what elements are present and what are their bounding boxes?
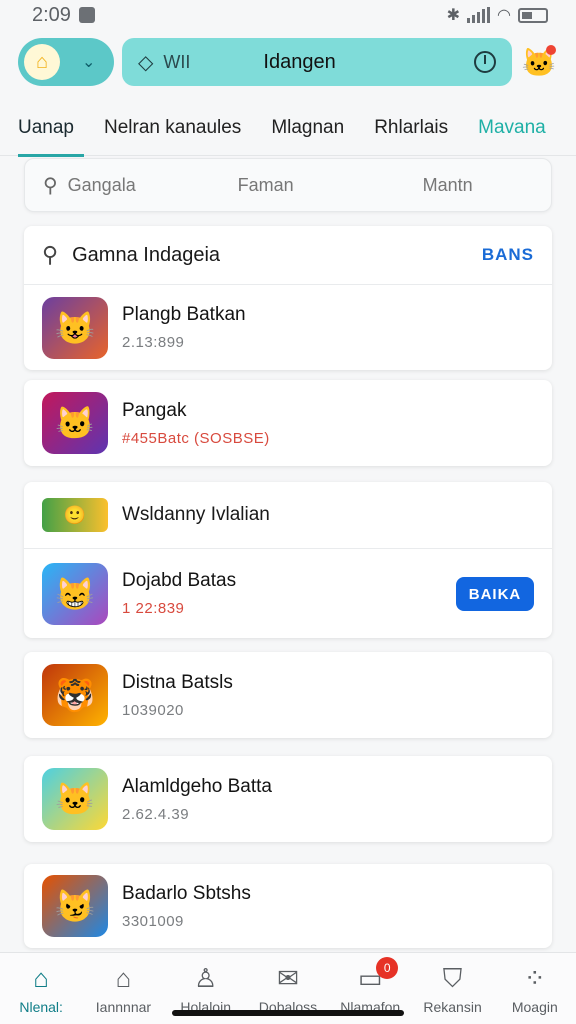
shield-icon: ⛉ (442, 963, 463, 993)
bottom-nav: ⌂ Nlenal: ⌂ Iannnnar ♙ Holaloin ✉ Dobalo… (0, 952, 576, 1024)
home-icon: ⌂ (33, 963, 49, 993)
list-item[interactable]: 🐯 Distna Batsls 1039020 (24, 652, 552, 738)
nav-label: Rekansin (423, 999, 482, 1015)
profile-avatar[interactable]: 🐱 (520, 43, 558, 81)
game-app-icon: 😼 (42, 875, 108, 937)
item-name: Badarlo Sbtshs (122, 882, 251, 904)
filter-bar[interactable]: ⚲ Gangala Faman Mantn (24, 158, 552, 212)
item-subtitle: 1039020 (122, 701, 184, 719)
list-item[interactable]: 😼 Badarlo Sbtshs 3301009 (24, 864, 552, 948)
nav-item-more[interactable]: ⁘ Moagin (494, 953, 576, 1024)
tab-nelran-kanaules[interactable]: Nelran kanaules (104, 100, 241, 156)
list-item[interactable]: 😸 Dojabd Batas 1 22:839 BAIKA (24, 548, 552, 638)
section-card: 😼 Badarlo Sbtshs 3301009 (24, 864, 552, 948)
top-bar: ⌂ ⌄ ◇ WII Idangen 🐱 (18, 38, 558, 86)
section-card: ⚲ Gamna Indageia BANS 😺 Plangb Batkan 2.… (24, 226, 552, 370)
section-header: ⚲ Gamna Indageia BANS (24, 226, 552, 284)
house-outline-icon: ⌂ (115, 963, 132, 993)
item-name: Distna Batsls (122, 671, 233, 693)
filter-option[interactable]: Mantn (423, 175, 473, 196)
battery-icon (518, 7, 548, 23)
item-subtitle: #455Batc (SOSBSE) (122, 429, 270, 447)
item-subtitle: 3301009 (122, 912, 184, 930)
item-subtitle: 1 22:839 (122, 600, 185, 617)
signal-icon (467, 7, 491, 23)
list-item[interactable]: 🐱 Alamldgeho Batta 2.62.4.39 (24, 756, 552, 842)
filter-option[interactable]: Gangala (68, 175, 238, 196)
home-switcher[interactable]: ⌂ ⌄ (18, 38, 114, 86)
search-bar[interactable]: ◇ WII Idangen (122, 38, 512, 86)
section-card: 🐱 Pangak #455Batc (SOSBSE) (24, 380, 552, 466)
section-header: 🙂 Wsldanny Ivlalian (24, 482, 552, 548)
nav-item-home[interactable]: ⌂ Nlenal: (0, 953, 82, 1024)
location-icon: ◇ (138, 51, 154, 74)
game-app-icon: 🐱 (42, 392, 108, 454)
list-item[interactable]: 😺 Plangb Batkan 2.13:899 (24, 284, 552, 370)
nav-item-house[interactable]: ⌂ Iannnnar (82, 953, 164, 1024)
item-name: Pangak (122, 399, 187, 421)
tab-uanap[interactable]: Uanap (18, 100, 84, 157)
search-icon: ⚲ (43, 174, 58, 197)
item-name: Plangb Batkan (122, 304, 246, 325)
nav-item-shield[interactable]: ⛉ Rekansin (411, 953, 493, 1024)
nav-label: Iannnnar (95, 999, 152, 1015)
notification-badge: 0 (376, 957, 399, 979)
section-title: Gamna Indageia (72, 243, 221, 266)
chevron-down-icon: ⌄ (82, 54, 96, 71)
tab-mavana[interactable]: Mavana (478, 100, 546, 156)
game-banner-icon: 🙂 (42, 498, 108, 532)
section-card: 🐱 Alamldgeho Batta 2.62.4.39 (24, 756, 552, 842)
search-title: Idangen (263, 50, 336, 73)
dots-icon: ⁘ (523, 963, 546, 993)
filter-option[interactable]: Faman (238, 175, 423, 196)
notification-dot (546, 45, 556, 55)
status-bar: 2:09 ✱ ◠ (0, 0, 576, 30)
game-app-icon: 😸 (42, 562, 108, 625)
bluetooth-icon: ✱ (446, 7, 461, 24)
wifi-icon: ◠ (497, 7, 511, 24)
tab-bar: Uanap Nelran kanaules Mlagnan Rhlarlais … (0, 100, 576, 157)
nav-label: Moagin (511, 999, 558, 1015)
item-action-button[interactable]: BAIKA (456, 577, 534, 611)
home-indicator[interactable] (172, 1010, 404, 1016)
tab-rhlarlais[interactable]: Rhlarlais (374, 100, 448, 156)
power-icon[interactable] (474, 51, 496, 73)
house-icon: ⌂ (24, 44, 60, 80)
list-item[interactable]: 🐱 Pangak #455Batc (SOSBSE) (24, 380, 552, 466)
item-subtitle: 2.62.4.39 (122, 805, 190, 823)
tab-mlagnan[interactable]: Mlagnan (271, 100, 344, 156)
section-action-link[interactable]: BANS (482, 245, 534, 265)
search-icon: ⚲ (42, 242, 59, 267)
item-name: Dojabd Batas (122, 570, 237, 591)
section-title: Wsldanny Ivlalian (122, 504, 270, 525)
section-card: 🙂 Wsldanny Ivlalian 😸 Dojabd Batas 1 22:… (24, 482, 552, 638)
game-app-icon: 🐯 (42, 664, 108, 726)
search-placeholder: WII (163, 51, 191, 72)
section-card: 🐯 Distna Batsls 1039020 (24, 652, 552, 738)
item-name: Alamldgeho Batta (122, 775, 272, 797)
game-app-icon: 😺 (42, 296, 108, 359)
person-icon: ♙ (194, 963, 218, 993)
notification-icon (78, 7, 95, 23)
game-app-icon: 🐱 (42, 768, 108, 830)
item-subtitle: 2.13:899 (122, 334, 185, 351)
status-time: 2:09 (32, 3, 71, 26)
mail-icon: ✉ (277, 963, 299, 993)
nav-label: Nlenal: (19, 999, 63, 1015)
